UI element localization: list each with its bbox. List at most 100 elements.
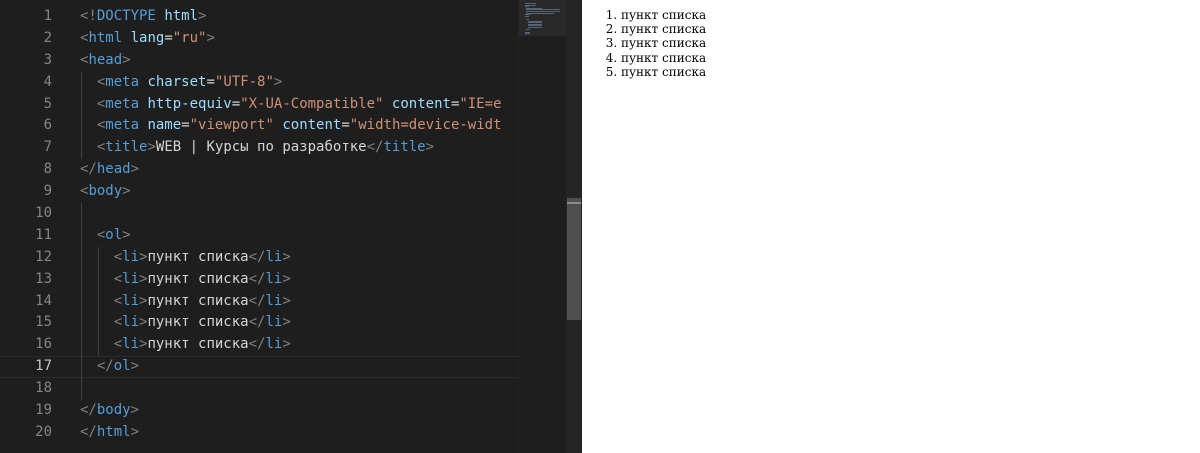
code-text[interactable]: <title>WEB | Курсы по разработке</title> (80, 137, 434, 159)
code-token: > (130, 161, 140, 178)
code-token: > (282, 292, 291, 309)
code-line[interactable]: 6 <meta name="viewport" content="width=d… (0, 115, 518, 138)
code-token: </ (366, 139, 384, 156)
indent-guide (81, 312, 82, 335)
code-line[interactable]: 11 <ol> (0, 224, 518, 247)
code-text[interactable]: <body> (80, 181, 131, 203)
line-number: 14 (35, 292, 52, 309)
code-token: > (282, 314, 291, 331)
indent-guide (81, 115, 82, 138)
list-item: пункт списка (621, 65, 1200, 79)
line-number: 2 (43, 29, 52, 46)
code-token: li (122, 292, 140, 309)
code-token: li (265, 248, 283, 265)
list-item: пункт списка (621, 8, 1200, 22)
code-line[interactable]: 13 <li>пункт списка</li> (0, 268, 518, 291)
code-text[interactable]: </body> (80, 400, 139, 422)
line-number: 12 (35, 248, 52, 265)
code-text[interactable]: <meta charset="UTF-8"> (80, 72, 283, 94)
code-text[interactable]: <li>пункт списка</li> (80, 334, 291, 356)
code-token: < (113, 336, 123, 353)
code-token: head (88, 51, 123, 68)
code-token: "viewport" (189, 117, 274, 134)
code-line[interactable]: 3 <head> (0, 50, 518, 72)
code-line[interactable]: 10 (0, 203, 518, 225)
indent-guide (81, 93, 82, 116)
code-token: пункт списка (147, 248, 249, 265)
code-text[interactable]: <ol> (80, 225, 131, 247)
code-text[interactable]: <head> (80, 50, 131, 72)
line-number: 18 (35, 380, 52, 397)
code-token: </ (80, 423, 97, 440)
code-line[interactable]: 15 <li>пункт списка</li> (0, 312, 518, 335)
code-area[interactable]: 1 <!DOCTYPE html> 2 <html lang="ru"> 3 <head>… (0, 6, 518, 453)
code-token: head (96, 161, 131, 178)
indent-guide (81, 334, 82, 357)
code-token: <! (80, 8, 97, 24)
code-editor[interactable]: 1 <!DOCTYPE html> 2 <html lang="ru"> 3 <head>… (0, 0, 582, 453)
code-token: </ (80, 402, 97, 419)
code-line[interactable]: 4 <meta charset="UTF-8"> (0, 71, 518, 94)
list-item: пункт списка (621, 51, 1200, 65)
code-text[interactable]: <li>пункт списка</li> (80, 247, 291, 269)
code-text[interactable]: <li>пункт списка</li> (80, 269, 291, 291)
code-token: ol (113, 358, 131, 375)
code-token: </ (96, 358, 114, 375)
code-line[interactable]: 9 <body> (0, 181, 518, 203)
code-line[interactable]: 2 <html lang="ru"> (0, 28, 518, 50)
code-token: < (113, 292, 123, 309)
code-token: > (282, 248, 291, 265)
code-line[interactable]: 20 </html> (0, 422, 518, 444)
indent-guide (97, 268, 99, 291)
code-line[interactable]: 18 (0, 378, 518, 401)
code-token: = (341, 117, 350, 134)
code-line[interactable]: 12 <li>пункт списка</li> (0, 246, 518, 269)
code-text[interactable]: <meta name="viewport" content="width=dev… (80, 115, 502, 137)
indent-guide (81, 137, 82, 160)
minimap[interactable] (518, 0, 567, 453)
line-number: 11 (35, 226, 52, 243)
code-line[interactable]: 14 <li>пункт списка</li> (0, 290, 518, 313)
code-token: > (130, 358, 140, 375)
line-number: 9 (43, 183, 52, 200)
line-number: 13 (35, 270, 52, 287)
line-number: 17 (35, 358, 52, 375)
code-text[interactable]: <html lang="ru"> (80, 28, 215, 50)
code-line[interactable]: 16 <li>пункт списка</li> (0, 334, 518, 357)
code-text[interactable]: <li>пункт списка</li> (80, 312, 291, 334)
code-token: name (147, 117, 182, 134)
code-token: "X-UA-Compatible" (240, 95, 384, 112)
code-text[interactable]: <!DOCTYPE html> (80, 6, 206, 28)
code-token: DOCTYPE (96, 8, 156, 24)
code-token: "IE=e (459, 95, 502, 112)
code-token: </ (248, 248, 266, 265)
code-text[interactable]: <li>пункт списка</li> (80, 291, 291, 313)
indent-guide (81, 290, 82, 313)
code-text[interactable]: </head> (80, 159, 139, 181)
code-line[interactable]: 8 </head> (0, 159, 518, 181)
code-line[interactable]: 1 <!DOCTYPE html> (0, 6, 518, 28)
scrollbar-thumb[interactable] (567, 198, 581, 320)
code-line[interactable]: 19 </body> (0, 400, 518, 422)
line-number: 20 (35, 423, 52, 440)
code-line[interactable]: 7 <title>WEB | Курсы по разработке</titl… (0, 137, 518, 160)
ordered-list: пункт спискапункт спискапункт спискапунк… (582, 8, 1200, 79)
code-token: пункт списка (147, 314, 249, 331)
code-token: > (273, 73, 283, 90)
minimap-line (526, 28, 530, 30)
code-text[interactable]: </ol> (80, 356, 139, 378)
vertical-scrollbar[interactable] (566, 0, 582, 453)
code-text[interactable]: </html> (80, 422, 139, 444)
list-item: пункт списка (621, 22, 1200, 36)
code-line[interactable]: 5 <meta http-equiv="X-UA-Compatible" con… (0, 93, 518, 116)
code-token: li (265, 336, 283, 353)
code-text[interactable]: <meta http-equiv="X-UA-Compatible" conte… (80, 94, 502, 116)
code-token: = (164, 29, 173, 46)
line-number: 8 (43, 161, 52, 178)
code-line[interactable]: 17 </ol> (0, 356, 518, 379)
scrollbar-cursor-marker (567, 202, 581, 204)
